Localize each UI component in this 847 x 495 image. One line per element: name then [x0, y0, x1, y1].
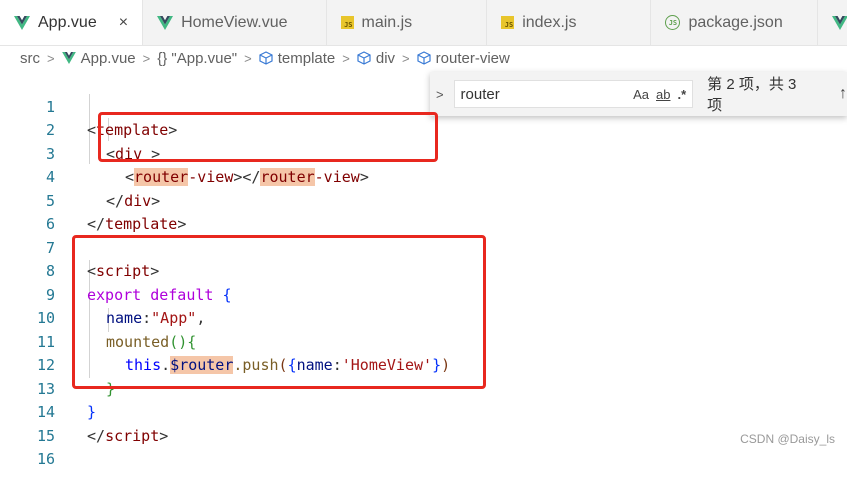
tab-main-js[interactable]: JS main.js	[327, 0, 488, 45]
tab-label: index.js	[522, 13, 577, 31]
breadcrumb-separator: >	[342, 50, 350, 66]
vue-icon	[61, 52, 76, 64]
code-line: 6	[0, 190, 847, 233]
code-line: 12 }	[0, 331, 847, 398]
code-line: 5 </template>	[0, 166, 847, 234]
code-line: 11 this.$router.push({name:'HomeView'})	[0, 307, 847, 374]
tab-homeview-vue[interactable]: HomeView.vue	[143, 0, 327, 45]
breadcrumb-item-template[interactable]: template	[278, 50, 336, 67]
node-icon: JS	[665, 15, 681, 30]
tab-label: package.json	[688, 13, 783, 31]
breadcrumb-separator: >	[47, 50, 55, 66]
find-input[interactable]: router Aa ab .*	[453, 80, 694, 108]
previous-match-icon[interactable]: ↑	[839, 85, 847, 103]
breadcrumb-separator: >	[244, 50, 252, 66]
cube-icon	[357, 51, 371, 65]
toggle-replace-icon[interactable]: >	[430, 87, 450, 102]
tab-label: HomeView.vue	[181, 13, 288, 31]
cube-icon	[417, 51, 431, 65]
code-line: 3 <router-view></router-view>	[0, 119, 847, 186]
breadcrumb-item-div[interactable]: div	[376, 50, 395, 67]
code-editor[interactable]: 1 <template> 2 <div > 3 <router-view></r…	[0, 70, 847, 468]
tab-partial-vue[interactable]: V	[818, 0, 847, 45]
editor-tab-bar: App.vue × HomeView.vue JS main.js JS ind…	[0, 0, 847, 46]
js-icon: JS	[340, 16, 354, 29]
code-line: 14 </script>	[0, 378, 847, 445]
match-count: 第 2 项，共 3 项	[707, 76, 797, 114]
code-line: 15	[0, 401, 847, 445]
watermark: CSDN @Daisy_ls	[740, 432, 835, 446]
breadcrumb: src > App.vue > {} "App.vue" > template …	[0, 46, 847, 70]
cube-icon	[259, 51, 273, 65]
breadcrumb-separator: >	[142, 50, 151, 66]
find-widget: > router Aa ab .* 第 2 项，共 3 项 ↑	[430, 72, 847, 116]
tab-package-json[interactable]: JS package.json	[651, 0, 818, 45]
line-number: 16	[36, 450, 55, 468]
tab-index-js[interactable]: JS index.js	[487, 0, 652, 45]
code-line: 4 </div>	[0, 143, 847, 210]
vue-icon	[831, 15, 847, 30]
code-line: 16	[0, 425, 847, 468]
tab-label: main.js	[361, 13, 413, 31]
code-line: 13 }	[0, 354, 847, 422]
js-icon: JS	[501, 16, 515, 29]
vue-icon	[157, 15, 174, 30]
vue-icon	[14, 15, 30, 30]
regex-icon[interactable]: .*	[677, 87, 686, 102]
breadcrumb-item-file[interactable]: App.vue	[81, 50, 136, 67]
code-line: 9 name:"App",	[0, 260, 847, 328]
breadcrumb-separator: >	[402, 50, 410, 66]
tab-label: App.vue	[38, 13, 97, 31]
breadcrumb-item-module[interactable]: {} "App.vue"	[157, 50, 237, 67]
whole-word-icon[interactable]: ab	[656, 87, 670, 102]
close-icon[interactable]: ×	[119, 14, 128, 32]
breadcrumb-item-src[interactable]: src	[20, 50, 40, 67]
breadcrumb-item-router-view[interactable]: router-view	[436, 50, 510, 67]
match-case-icon[interactable]: Aa	[633, 87, 649, 102]
code-line: 8 export default {	[0, 237, 847, 304]
code-line: 10 mounted(){	[0, 284, 847, 351]
tab-app-vue[interactable]: App.vue ×	[0, 0, 144, 45]
find-query: router	[460, 85, 500, 103]
code-line: 7 <script>	[0, 213, 847, 281]
